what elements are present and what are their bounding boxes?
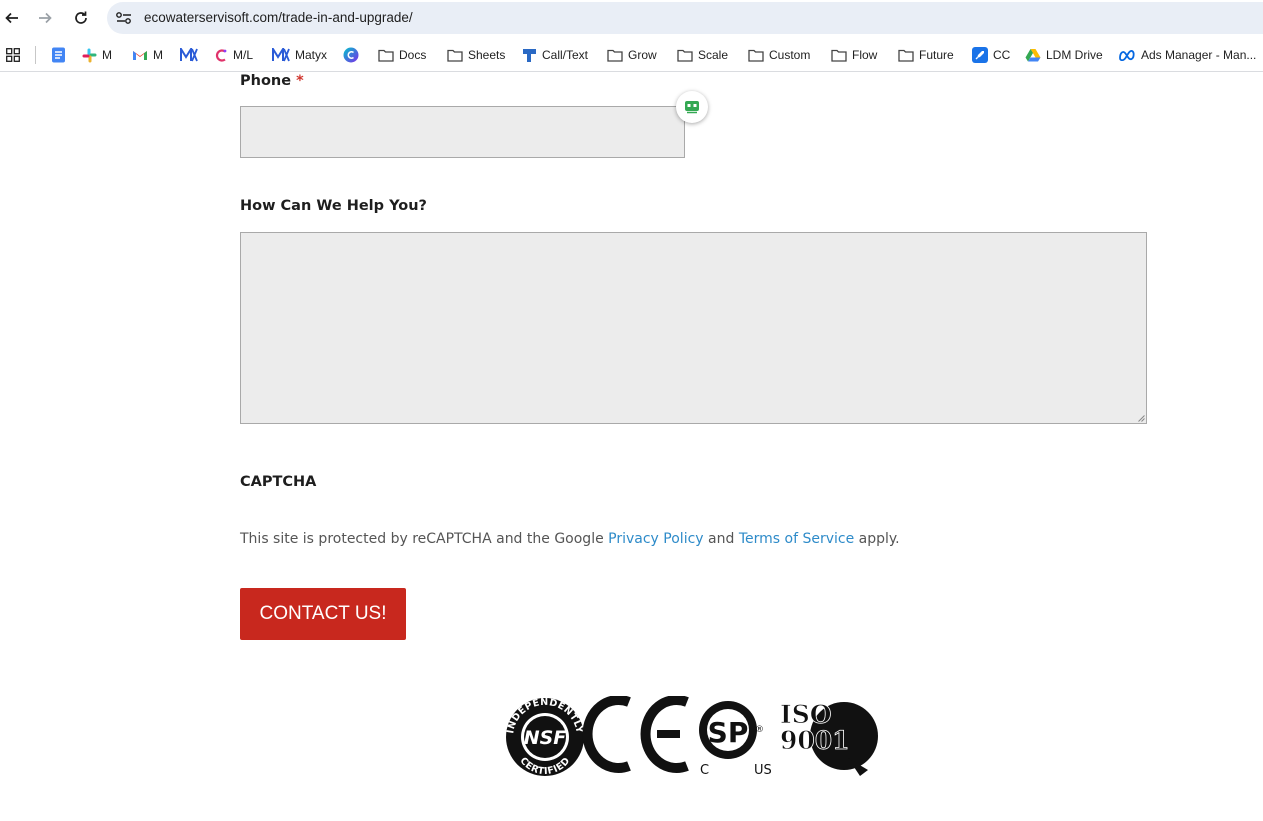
bookmark-label: LDM Drive	[1046, 48, 1103, 62]
back-button[interactable]	[0, 6, 24, 30]
arrow-right-icon	[39, 12, 52, 24]
folder-icon	[831, 49, 847, 62]
bookmark-label: Flow	[852, 48, 878, 62]
matyx-icon	[180, 48, 198, 62]
apps-grid-icon[interactable]	[6, 48, 20, 62]
bookmark-call-text[interactable]: Call/Text	[522, 46, 588, 64]
captcha-label: CAPTCHA	[240, 474, 317, 490]
phone-label: Phone *	[240, 73, 304, 89]
contact-us-button[interactable]: CONTACT US!	[240, 588, 406, 640]
bookmark-label: M	[102, 48, 112, 62]
bookmark-label: Sheets	[468, 48, 506, 62]
csa-mark: SP C US ®	[699, 701, 772, 778]
google-drive-icon	[1025, 49, 1041, 62]
bookmark-gmail-m[interactable]: M	[132, 46, 163, 64]
recaptcha-notice: This site is protected by reCAPTCHA and …	[240, 531, 900, 547]
page-content: Phone * How Can We Help You? CAPTCHA Thi…	[0, 73, 1263, 821]
bookmark-label: M	[153, 48, 163, 62]
bookmarks-separator	[35, 46, 36, 64]
bookmark-folder-custom[interactable]: Custom	[748, 46, 810, 64]
bookmark-ml[interactable]: M/L	[214, 46, 253, 64]
arrow-left-icon	[5, 12, 18, 24]
rocket-icon	[972, 47, 988, 63]
password-manager-icon	[685, 101, 699, 114]
reload-icon	[75, 11, 87, 24]
bookmark-label: Call/Text	[542, 48, 589, 62]
bookmark-folder-future[interactable]: Future	[898, 46, 954, 64]
bookmark-label: Grow	[628, 48, 657, 62]
bookmark-label: Custom	[769, 48, 811, 62]
phone-label-text: Phone	[240, 73, 292, 89]
bookmark-label: Scale	[698, 48, 729, 62]
recaptcha-prefix: This site is protected by reCAPTCHA and …	[240, 531, 609, 547]
bookmark-label: CC	[993, 48, 1011, 62]
terms-of-service-link[interactable]: Terms of Service	[739, 531, 854, 547]
bookmark-label: Matyx	[295, 48, 328, 62]
folder-icon	[378, 49, 394, 62]
certification-logos: INDEPENDENTLY CERTIFIED NSF SP C US ® IS…	[505, 696, 884, 778]
bookmark-ads-manager[interactable]: Ads Manager - Man...	[1118, 46, 1256, 64]
csa-us-text: US	[754, 763, 772, 778]
nsf-certified-seal: INDEPENDENTLY CERTIFIED NSF	[505, 697, 584, 777]
reload-button[interactable]	[69, 6, 93, 30]
required-asterisk: *	[296, 73, 304, 89]
bookmark-label: Future	[919, 48, 954, 62]
bookmark-cc[interactable]: CC	[972, 46, 1010, 64]
canva-icon	[343, 47, 359, 63]
browser-toolbar: ecowaterservisoft.com/trade-in-and-upgra…	[0, 0, 1263, 36]
folder-icon	[898, 49, 914, 62]
privacy-policy-link[interactable]: Privacy Policy	[608, 531, 703, 547]
iso-top-text: ISO	[780, 700, 832, 729]
iso-9001-mark: ISO 9001 REGISTERED	[780, 700, 884, 776]
gmail-icon	[133, 51, 147, 60]
address-bar[interactable]: ecowaterservisoft.com/trade-in-and-upgra…	[107, 2, 1263, 34]
matyx-icon	[272, 48, 290, 62]
csa-letters: SP	[708, 716, 749, 749]
bookmark-folder-grow[interactable]: Grow	[607, 46, 657, 64]
canva-c-icon	[215, 48, 227, 62]
slack-icon	[82, 48, 97, 62]
iso-number-text: 9001	[780, 726, 850, 755]
phone-input[interactable]	[240, 106, 685, 158]
bookmark-label: Docs	[399, 48, 427, 62]
resize-grip-icon[interactable]	[1137, 414, 1145, 422]
url-text[interactable]: ecowaterservisoft.com/trade-in-and-upgra…	[144, 10, 413, 25]
password-manager-widget[interactable]	[676, 91, 708, 123]
bookmark-ldm-drive[interactable]: LDM Drive	[1025, 46, 1103, 64]
meta-icon	[1119, 49, 1135, 61]
bookmark-folder-scale[interactable]: Scale	[677, 46, 728, 64]
folder-icon	[447, 49, 463, 62]
site-info-icon[interactable]	[115, 10, 133, 26]
folder-icon	[677, 49, 693, 62]
nsf-center-text: NSF	[524, 727, 567, 749]
bookmarks-bar: M M M/L Matyx Docs Sheets Call/Text Grow…	[0, 38, 1263, 72]
bookmark-folder-flow[interactable]: Flow	[831, 46, 877, 64]
folder-icon	[748, 49, 764, 62]
bookmark-slack-m[interactable]: M	[82, 46, 112, 64]
bookmark-canva[interactable]	[343, 46, 359, 64]
svg-text:®: ®	[755, 725, 764, 735]
help-label: How Can We Help You?	[240, 198, 427, 214]
bookmark-google-docs[interactable]	[51, 46, 66, 64]
bookmark-matyx-logo[interactable]	[180, 46, 198, 64]
bookmark-matyx[interactable]: Matyx	[272, 46, 327, 64]
google-docs-icon	[52, 47, 65, 63]
ce-mark	[582, 696, 689, 773]
bookmark-label: Ads Manager - Man...	[1141, 48, 1257, 62]
help-textarea[interactable]	[240, 232, 1147, 424]
folder-icon	[607, 49, 623, 62]
csa-c-text: C	[700, 763, 709, 778]
dialpad-icon	[523, 48, 536, 62]
bookmark-folder-sheets[interactable]: Sheets	[447, 46, 505, 64]
recaptcha-suffix: apply.	[854, 531, 900, 547]
recaptcha-and: and	[703, 531, 739, 547]
bookmark-folder-docs[interactable]: Docs	[378, 46, 426, 64]
forward-button[interactable]	[33, 6, 57, 30]
bookmark-label: M/L	[233, 48, 254, 62]
